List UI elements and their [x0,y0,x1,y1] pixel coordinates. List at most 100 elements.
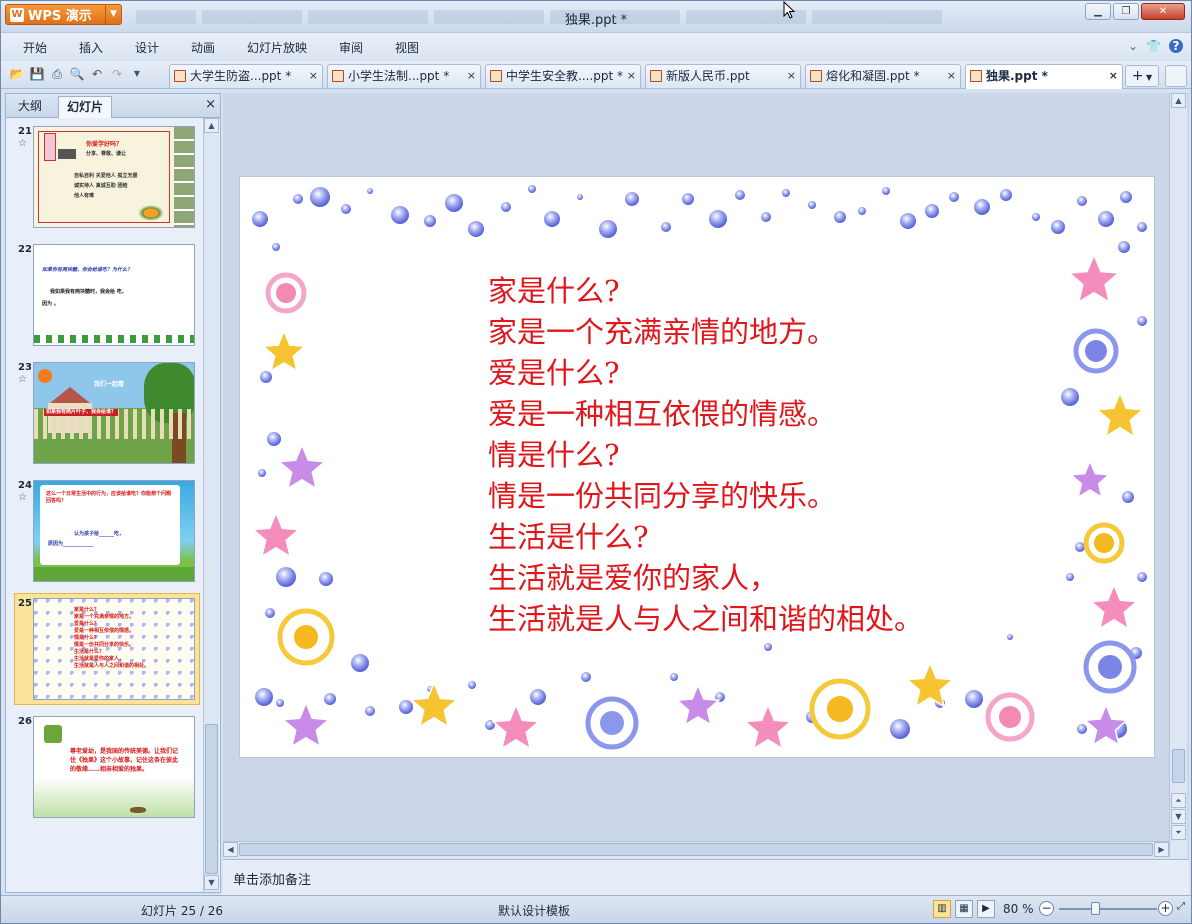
bubble-icon [399,700,413,714]
editor-horizontal-scrollbar[interactable]: ◀ ▶ [223,841,1169,858]
scrollbar-thumb[interactable] [239,843,1153,856]
bubble-icon [265,608,275,618]
minimize-button[interactable]: ▁ [1085,3,1111,20]
menu-insert[interactable]: 插入 [79,39,103,56]
editor-vertical-scrollbar[interactable]: ▲ ⏶ ▼ ⏷ [1169,93,1187,858]
slide-counter: 幻灯片 25 / 26 [141,904,224,918]
close-tab-icon[interactable]: × [947,65,956,87]
bubble-icon [1077,196,1087,206]
close-tab-icon[interactable]: × [627,65,636,87]
new-tab-button[interactable]: + ▼ [1125,65,1159,87]
menu-view[interactable]: 视图 [395,39,419,56]
slide-thumbnail-23[interactable]: 我们一起看 如果我有两片叶子，我会给谁？ [33,362,195,464]
customize-toolbar-icon[interactable]: ▼ [129,66,145,82]
close-window-button[interactable]: ✕ [1141,3,1185,20]
maximize-button[interactable]: ❐ [1113,3,1139,20]
slide-thumbnail-21[interactable]: 你爱学好吗？ 分享、尊敬、谦让 自私自利 关爱他人 孤立无援 诚实待人 真诚互助… [33,126,195,228]
close-tab-icon[interactable]: × [1109,65,1118,87]
zoom-slider-track[interactable] [1059,908,1157,910]
zoom-level[interactable]: 80 % [1003,902,1034,916]
help-icon[interactable]: ? [1169,39,1183,53]
print-preview-icon[interactable]: 🔍 [69,66,85,82]
skin-icon[interactable]: 👕 [1146,39,1161,53]
close-tab-icon[interactable]: × [309,65,318,87]
tab-outline[interactable]: 大纲 [10,96,50,118]
scroll-down-icon[interactable]: ▼ [1171,809,1186,824]
slide-text-box[interactable]: 家是什么? 家是一个充满亲情的地方。 爱是什么? 爱是一种相互依偎的情感。 情是… [488,271,923,640]
slide-sorter-icon[interactable]: ▦ [955,900,973,918]
tab-document-3[interactable]: 中学生安全教....ppt * × [485,64,641,88]
star-icon [277,443,327,490]
tab-label: 新版人民币.ppt [666,69,750,83]
open-folder-icon[interactable]: 📂 [9,66,25,82]
scrollbar-thumb[interactable] [205,724,218,874]
scroll-up-icon[interactable]: ▲ [1171,93,1186,108]
thumb-text: 诚实待人 真诚互助 团结 [74,183,128,189]
tab-label: 中学生安全教....ppt * [506,69,624,83]
menu-home[interactable]: 开始 [23,39,47,56]
zoom-in-button[interactable]: + [1158,901,1173,916]
ring-center-icon [600,711,624,735]
slide-thumbnail-24[interactable]: 这么一个日常生活中的行为，应该给谁吃？你能想个问题回答吗？ 认为孩子给_____… [33,480,195,582]
ring-center-icon [827,696,853,722]
slide-thumbnail-22[interactable]: 如果你有两块糖，你会给谁吃？为什么？ 我如果我有两块糖时，我会给 吃， 因为 。 [33,244,195,346]
star-icon [1083,703,1129,747]
thumb-text: 情是什么？ [74,635,100,641]
slide-editor: 家是什么? 家是一个充满亲情的地方。 爱是什么? 爱是一种相互依偎的情感。 情是… [223,93,1189,858]
tab-document-4[interactable]: 新版人民币.ppt × [645,64,801,88]
bubble-icon [974,199,990,215]
animation-star-icon: ☆ [18,492,27,503]
bubble-icon [761,212,771,222]
tab-document-5[interactable]: 熔化和凝固.ppt * × [805,64,961,88]
bubble-icon [276,699,284,707]
chevron-down-icon: ▼ [1143,73,1153,82]
fit-window-icon[interactable]: ⤢ [1177,901,1189,916]
page-up-icon[interactable]: ⏶ [1171,793,1186,808]
undo-icon[interactable]: ↶ [89,66,105,82]
redo-icon[interactable]: ↷ [109,66,125,82]
menu-animation[interactable]: 动画 [191,39,215,56]
save-icon[interactable]: 💾 [29,66,45,82]
slide-thumbnail-26[interactable]: 尊老爱幼，是我国的传统美德。让我们记住《独果》这个小故事，记住这条在彼此的敬缘…… [33,716,195,818]
collapse-ribbon-icon[interactable]: ⌄ [1128,39,1138,53]
bubble-icon [391,206,409,224]
thumbnail-scrollbar[interactable]: ▲ ▼ [203,118,219,892]
zoom-slider-handle[interactable] [1091,902,1100,915]
close-tab-icon[interactable]: × [467,65,476,87]
bubble-icon [424,215,436,227]
scroll-up-icon[interactable]: ▲ [204,118,219,133]
title-bar: W WPS 演示 ▼ 独果.ppt * ▁ ❐ ✕ [1,1,1191,33]
notes-pane[interactable]: 单击添加备注 [223,859,1189,895]
menu-review[interactable]: 审阅 [339,39,363,56]
slideshow-icon[interactable]: ▶ [977,900,995,918]
tab-slides[interactable]: 幻灯片 [58,96,113,118]
bubble-icon [267,432,281,446]
tab-list-button[interactable] [1165,65,1187,87]
bubble-icon [276,567,296,587]
print-icon[interactable]: ⎙ [49,66,65,82]
bubble-icon [808,201,816,209]
slide-canvas[interactable]: 家是什么? 家是一个充满亲情的地方。 爱是什么? 爱是一种相互依偎的情感。 情是… [239,176,1155,758]
menu-slideshow[interactable]: 幻灯片放映 [247,39,307,56]
close-pane-icon[interactable]: × [205,97,216,112]
tab-document-1[interactable]: 大学生防盗...ppt * × [169,64,323,88]
scrollbar-thumb[interactable] [1172,749,1185,783]
star-icon [491,703,541,750]
page-down-icon[interactable]: ⏷ [1171,825,1186,840]
scroll-down-icon[interactable]: ▼ [204,875,219,890]
menu-design[interactable]: 设计 [135,39,159,56]
slide-thumbnail-25[interactable]: 家是什么？ 家是一个充满亲情的地方。 爱是什么？ 爱是一种相互依偎的情感。 情是… [33,598,195,700]
tab-document-2[interactable]: 小学生法制...ppt * × [327,64,481,88]
scroll-right-icon[interactable]: ▶ [1154,842,1169,857]
thumb-text: 生活是什么？ [74,649,105,655]
close-tab-icon[interactable]: × [787,65,796,87]
bubble-icon [581,672,591,682]
thumb-text: 如果我有两片叶子，我会给谁？ [44,409,119,416]
zoom-out-button[interactable]: − [1039,901,1054,916]
thumb-text: 认为孩子给______吃， [74,531,125,537]
bubble-icon [445,194,463,212]
scroll-left-icon[interactable]: ◀ [223,842,238,857]
normal-view-icon[interactable]: ▥ [933,900,951,918]
tab-document-active[interactable]: 独果.ppt * × [965,64,1123,89]
star-icon [409,681,459,728]
